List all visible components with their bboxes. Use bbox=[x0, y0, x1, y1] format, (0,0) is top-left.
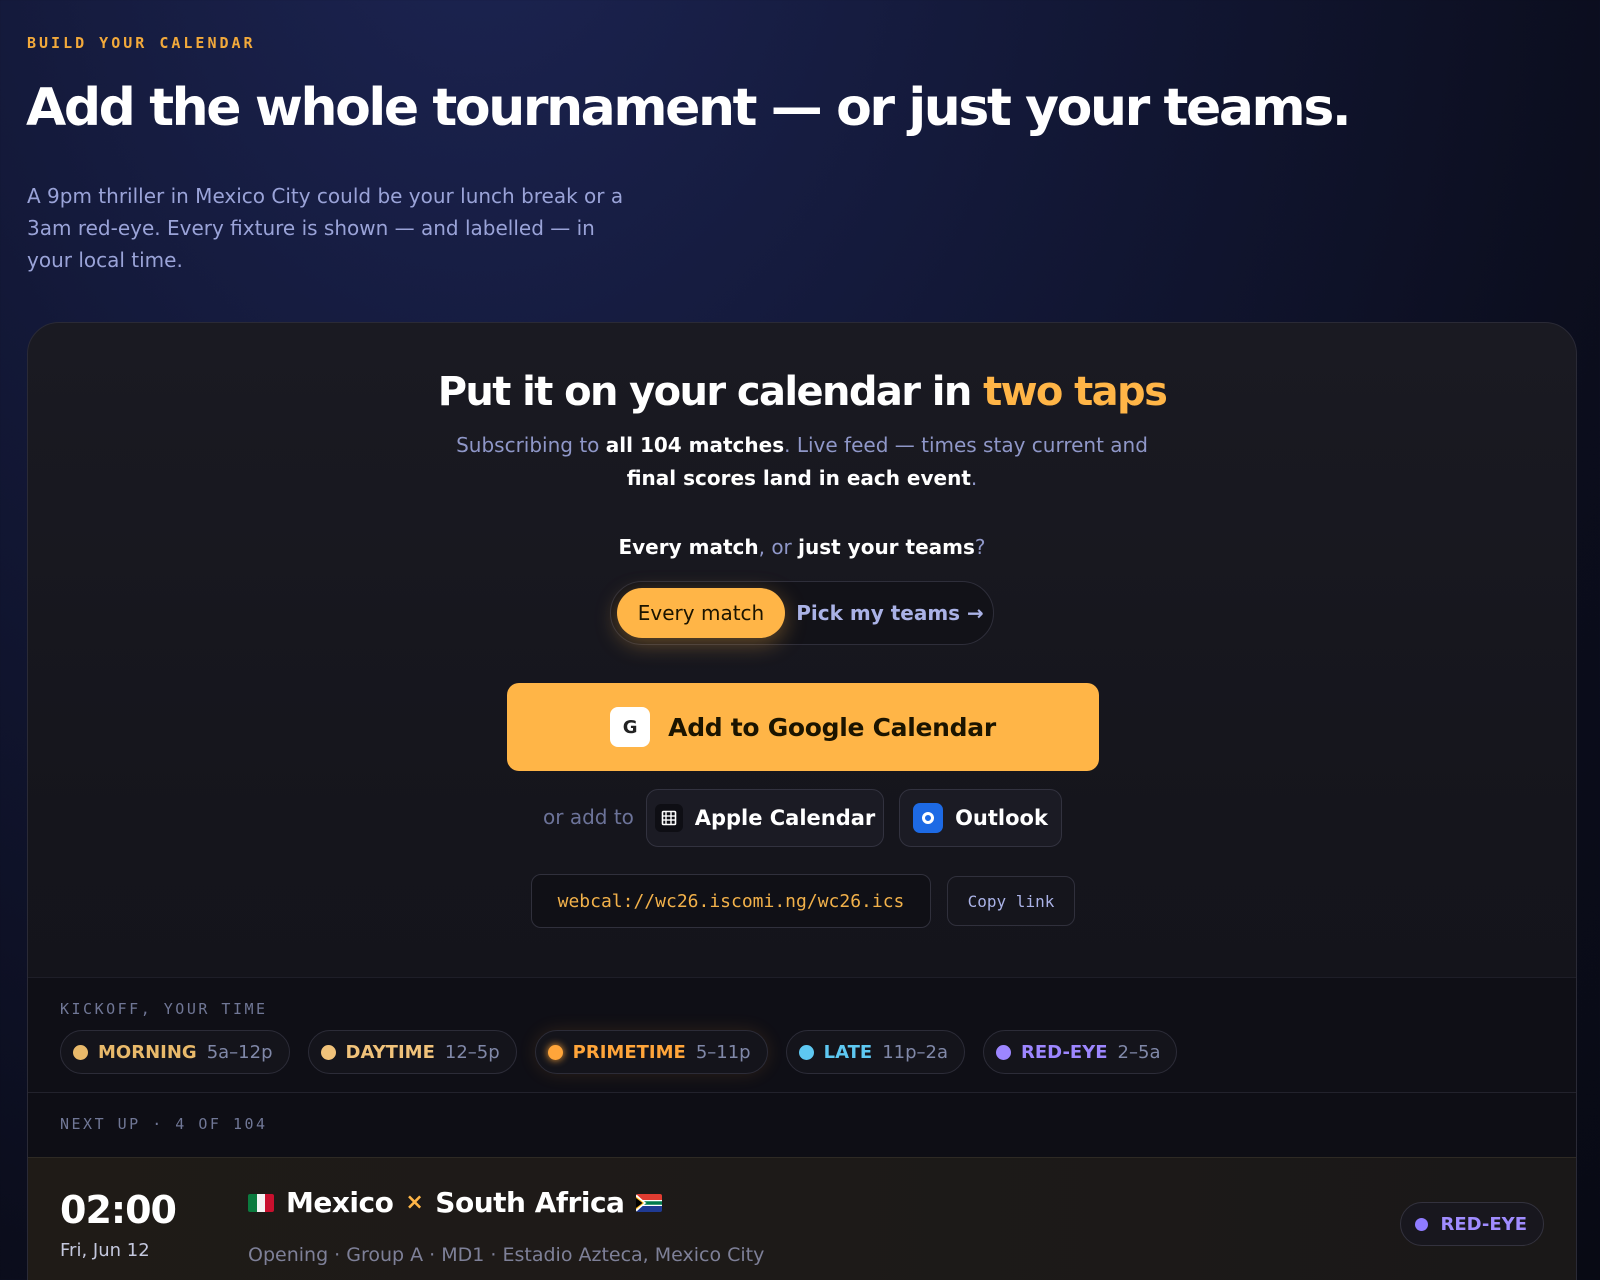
match-row[interactable]: 02:00 Fri, Jun 12 Mexico × South Africa bbox=[28, 1157, 1576, 1280]
late-dot-icon bbox=[798, 1044, 814, 1060]
chip-range: 2–5a bbox=[1117, 1041, 1161, 1063]
match-meta: Opening · Group A · MD1 · Estadio Azteca… bbox=[248, 1244, 765, 1266]
match-date: Fri, Jun 12 bbox=[60, 1240, 150, 1261]
time-band-badge: RED-EYE bbox=[1400, 1202, 1544, 1246]
primetime-dot-icon bbox=[547, 1044, 563, 1060]
next-up-header: NEXT UP · 4 OF 104 bbox=[28, 1093, 1576, 1157]
question-every-match: Every match bbox=[618, 535, 759, 559]
outlook-label: Outlook bbox=[955, 806, 1048, 830]
page-title: Add the whole tournament — or just your … bbox=[26, 78, 1352, 138]
chip-range: 11p–2a bbox=[882, 1041, 949, 1063]
outlook-icon bbox=[913, 803, 944, 833]
panel-description: Subscribing to all 104 matches. Live fee… bbox=[28, 429, 1576, 495]
red-eye-dot-icon bbox=[996, 1044, 1012, 1060]
calendar-subscribe-panel: Put it on your calendar in two taps Subs… bbox=[27, 322, 1577, 1280]
badge-label: RED-EYE bbox=[1440, 1213, 1527, 1235]
apple-calendar-button[interactable]: Apple Calendar bbox=[646, 789, 884, 847]
kickoff-chips: MORNING 5a–12p DAYTIME 12–5p PRIMETIME 5… bbox=[60, 1030, 1178, 1074]
chip-primetime[interactable]: PRIMETIME 5–11p bbox=[534, 1030, 768, 1074]
chip-name: LATE bbox=[823, 1041, 873, 1063]
desc-bold-scores: final scores land in each event bbox=[626, 466, 971, 490]
next-up-label: NEXT UP · 4 OF 104 bbox=[60, 1115, 268, 1133]
or-add-to-label: or add to bbox=[543, 805, 634, 829]
desc-post: . bbox=[970, 466, 978, 490]
home-team: Mexico bbox=[286, 1186, 394, 1219]
add-to-google-calendar-button[interactable]: G Add to Google Calendar bbox=[507, 683, 1099, 771]
google-icon: G bbox=[610, 707, 651, 747]
copy-link-button[interactable]: Copy link bbox=[947, 876, 1075, 926]
pick-my-teams-option[interactable]: Pick my teams → bbox=[795, 588, 985, 638]
chip-red-eye[interactable]: RED-EYE 2–5a bbox=[983, 1030, 1178, 1074]
apple-calendar-label: Apple Calendar bbox=[694, 806, 876, 830]
kickoff-label: KICKOFF, YOUR TIME bbox=[60, 1000, 268, 1018]
panel-title: Put it on your calendar in two taps bbox=[28, 369, 1576, 415]
away-team: South Africa bbox=[435, 1186, 625, 1219]
panel-title-accent: two taps bbox=[983, 369, 1168, 415]
google-calendar-label: Add to Google Calendar bbox=[668, 712, 996, 742]
question-post: ? bbox=[974, 535, 986, 559]
panel-title-main: Put it on your calendar in bbox=[437, 369, 984, 415]
scope-toggle: Every match Pick my teams → bbox=[610, 581, 994, 645]
versus-icon: × bbox=[405, 1190, 424, 1215]
question-mid: , or bbox=[758, 535, 799, 559]
page-subtitle: A 9pm thriller in Mexico City could be y… bbox=[27, 184, 624, 272]
calendar-icon bbox=[654, 804, 683, 832]
desc-bold-matches: all 104 matches bbox=[605, 433, 785, 457]
chip-name: RED-EYE bbox=[1021, 1041, 1108, 1063]
daytime-dot-icon bbox=[320, 1044, 336, 1060]
morning-dot-icon bbox=[73, 1044, 88, 1060]
chip-morning[interactable]: MORNING 5a–12p bbox=[60, 1030, 290, 1074]
chip-name: DAYTIME bbox=[345, 1041, 435, 1063]
feed-url-field[interactable]: webcal://wc26.iscomi.ng/wc26.ics bbox=[531, 874, 931, 928]
question-your-teams: just your teams bbox=[798, 535, 975, 559]
desc-mid: . Live feed — times stay current and bbox=[784, 433, 1148, 457]
outlook-button[interactable]: Outlook bbox=[899, 789, 1062, 847]
desc-pre: Subscribing to bbox=[456, 433, 606, 457]
chip-range: 5–11p bbox=[695, 1041, 751, 1063]
match-time: 02:00 bbox=[60, 1188, 177, 1232]
red-eye-dot-icon bbox=[1415, 1217, 1429, 1231]
kickoff-legend: KICKOFF, YOUR TIME MORNING 5a–12p DAYTIM… bbox=[28, 977, 1576, 1093]
chip-name: PRIMETIME bbox=[572, 1041, 686, 1063]
scope-question: Every match, or just your teams? bbox=[28, 535, 1576, 559]
every-match-option[interactable]: Every match bbox=[617, 588, 785, 638]
chip-range: 12–5p bbox=[444, 1041, 500, 1063]
match-teams: Mexico × South Africa bbox=[248, 1186, 663, 1219]
chip-daytime[interactable]: DAYTIME 12–5p bbox=[307, 1030, 517, 1074]
chip-range: 5a–12p bbox=[206, 1041, 273, 1063]
chip-late[interactable]: LATE 11p–2a bbox=[785, 1030, 966, 1074]
eyebrow-label: BUILD YOUR CALENDAR bbox=[27, 34, 256, 52]
mexico-flag-icon bbox=[248, 1193, 274, 1212]
chip-name: MORNING bbox=[98, 1041, 197, 1063]
south-africa-flag-icon bbox=[636, 1193, 663, 1212]
